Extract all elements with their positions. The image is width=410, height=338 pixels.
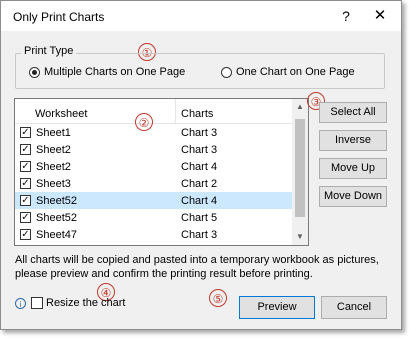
info-icon[interactable]: i [15, 298, 26, 309]
resize-chart-checkbox[interactable] [31, 297, 43, 309]
row-checkbox[interactable]: ✓ [20, 229, 31, 240]
row-checkbox[interactable]: ✓ [20, 127, 31, 138]
one-chart-radio[interactable]: One Chart on One Page [221, 66, 355, 78]
chart-cell: Chart 5 [181, 212, 218, 224]
multiple-charts-radio[interactable]: Multiple Charts on One Page [29, 66, 185, 78]
chart-cell: Chart 3 [181, 127, 218, 139]
annotation-marker-5: ⑤ [209, 289, 227, 307]
radio-checked-icon [29, 66, 40, 78]
window-title: Only Print Charts [13, 10, 105, 24]
table-row[interactable]: ✓ Sheet1 Chart 3 [15, 124, 293, 141]
multiple-charts-label: Multiple Charts on One Page [44, 66, 186, 78]
radio-unchecked-icon [221, 66, 232, 78]
chart-cell: Chart 4 [181, 161, 218, 173]
table-row[interactable]: ✓ Sheet3 Chart 2 [15, 175, 293, 192]
move-up-button[interactable]: Move Up [319, 158, 387, 179]
scroll-thumb[interactable] [295, 119, 305, 217]
scroll-up-arrow-icon[interactable]: ▲ [292, 99, 308, 115]
column-divider [175, 99, 176, 123]
table-row[interactable]: ✓ Sheet2 Chart 4 [15, 158, 293, 175]
table-row-selected[interactable]: ✓ Sheet52 Chart 4 [15, 192, 293, 209]
worksheet-cell: Sheet1 [36, 127, 71, 139]
charts-list[interactable]: Worksheet Charts ✓ Sheet1 Chart 3 ✓ Shee… [14, 98, 309, 246]
select-all-button[interactable]: Select All [319, 102, 387, 123]
list-header: Worksheet Charts [15, 99, 293, 124]
only-print-charts-dialog: Only Print Charts ? ✕ ① Print Type Multi… [0, 0, 402, 330]
cancel-button[interactable]: Cancel [321, 296, 387, 319]
row-checkbox[interactable]: ✓ [20, 212, 31, 223]
worksheet-cell: Sheet3 [36, 178, 71, 190]
worksheet-cell: Sheet52 [36, 195, 77, 207]
worksheet-cell: Sheet2 [36, 161, 71, 173]
close-button[interactable]: ✕ [369, 5, 391, 27]
list-scrollbar[interactable]: ▲ ▼ [292, 99, 308, 245]
row-checkbox[interactable]: ✓ [20, 178, 31, 189]
row-checkbox[interactable]: ✓ [20, 144, 31, 155]
table-row[interactable]: ✓ Sheet52 Chart 5 [15, 209, 293, 226]
row-checkbox[interactable]: ✓ [20, 195, 31, 206]
charts-column-header[interactable]: Charts [181, 108, 213, 120]
preview-button[interactable]: Preview [239, 296, 315, 319]
chart-cell: Chart 3 [181, 144, 218, 156]
info-message: All charts will be copied and pasted int… [15, 254, 379, 280]
title-bar: Only Print Charts ? ✕ [1, 1, 401, 31]
print-type-legend: Print Type [21, 45, 77, 57]
chart-cell: Chart 3 [181, 229, 218, 241]
worksheet-cell: Sheet52 [36, 212, 77, 224]
annotation-marker-2: ② [135, 113, 153, 131]
chart-cell: Chart 2 [181, 178, 218, 190]
worksheet-cell: Sheet47 [36, 229, 77, 241]
scroll-down-arrow-icon[interactable]: ▼ [292, 229, 308, 245]
table-row[interactable]: ✓ Sheet47 Chart 3 [15, 226, 293, 243]
worksheet-column-header[interactable]: Worksheet [35, 108, 87, 120]
one-chart-label: One Chart on One Page [236, 66, 355, 78]
help-button[interactable]: ? [335, 5, 357, 27]
inverse-button[interactable]: Inverse [319, 130, 387, 151]
resize-chart-label[interactable]: Resize the chart [46, 297, 125, 309]
table-row[interactable]: ✓ Sheet2 Chart 3 [15, 141, 293, 158]
chart-cell: Chart 4 [181, 195, 218, 207]
worksheet-cell: Sheet2 [36, 144, 71, 156]
move-down-button[interactable]: Move Down [319, 186, 387, 207]
row-checkbox[interactable]: ✓ [20, 161, 31, 172]
